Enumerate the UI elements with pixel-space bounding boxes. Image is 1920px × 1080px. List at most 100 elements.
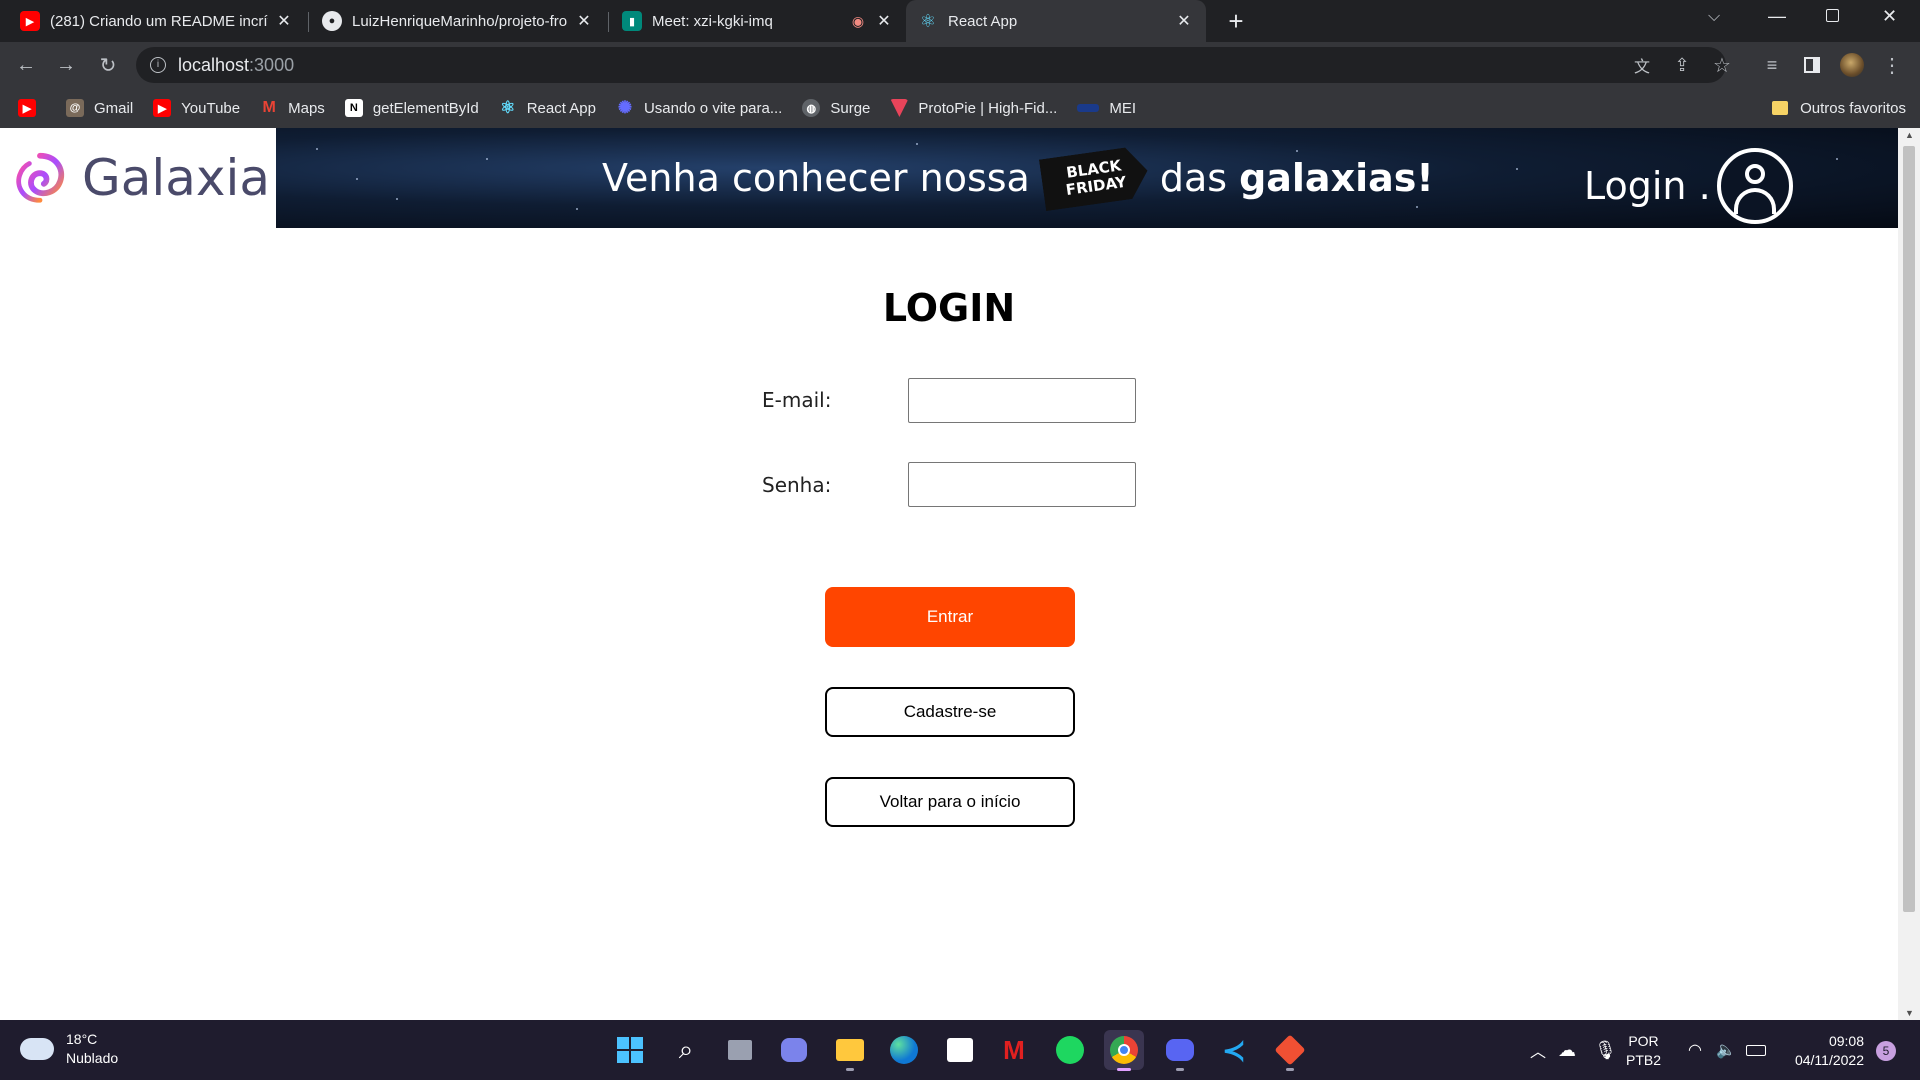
- bookmark-react-app[interactable]: ⚛ React App: [499, 98, 596, 117]
- media-control-icon[interactable]: ≡: [1758, 51, 1786, 79]
- close-tab-icon[interactable]: ✕: [574, 11, 594, 31]
- search-icon[interactable]: ⌕: [666, 1030, 706, 1070]
- other-bookmarks-label: Outros favoritos: [1800, 99, 1906, 117]
- weather-condition: Nublado: [66, 1050, 119, 1066]
- close-window-icon[interactable]: ✕: [1882, 6, 1897, 27]
- file-explorer-icon[interactable]: [830, 1030, 870, 1071]
- system-clock[interactable]: 09:08 04/11/2022: [1778, 1032, 1864, 1070]
- page-title: LOGIN: [882, 286, 1016, 330]
- back-to-home-button[interactable]: Voltar para o início: [825, 777, 1075, 827]
- profile-avatar[interactable]: [1838, 51, 1866, 79]
- store-icon[interactable]: [940, 1030, 980, 1070]
- tab-react-app[interactable]: ⚛ React App ✕: [906, 0, 1206, 42]
- translate-icon[interactable]: 文: [1628, 51, 1656, 79]
- scroll-down-arrow-icon[interactable]: ▼: [1905, 1008, 1914, 1018]
- notion-icon: N: [344, 99, 363, 117]
- tab-strip: ▶ (281) Criando um README incrív ✕ ● Lui…: [0, 0, 1920, 42]
- logo-text: Galaxia: [81, 149, 270, 207]
- clock-time: 09:08: [1828, 1033, 1864, 1049]
- chrome-icon[interactable]: [1104, 1030, 1144, 1071]
- language-code: POR: [1628, 1033, 1659, 1049]
- signup-button[interactable]: Cadastre-se: [825, 687, 1075, 737]
- web-page: Galaxia Venha conhecer nossa BLACK FRIDA…: [0, 128, 1898, 1020]
- show-hidden-icons-chevron[interactable]: ︿: [1530, 1020, 1546, 1080]
- tab-divider: [608, 12, 609, 32]
- github-icon: ●: [322, 11, 342, 31]
- scroll-up-arrow-icon[interactable]: ▲: [1905, 130, 1914, 140]
- header-login-link[interactable]: Login .: [1584, 148, 1793, 224]
- notification-badge[interactable]: 5: [1876, 1041, 1896, 1061]
- bookmark-star-icon[interactable]: ☆: [1708, 51, 1736, 79]
- banner-text-before: Venha conhecer nossa: [602, 156, 1030, 200]
- site-header: Galaxia Venha conhecer nossa BLACK FRIDA…: [0, 128, 1898, 228]
- forward-icon[interactable]: →: [52, 51, 80, 79]
- edge-icon[interactable]: [884, 1030, 924, 1070]
- tab-search-chevron-icon[interactable]: ⌵: [1708, 8, 1720, 26]
- bookmark-mei[interactable]: MEI: [1077, 100, 1136, 117]
- bookmark-youtube[interactable]: ▶ YouTube: [153, 99, 240, 117]
- bookmark-protopie[interactable]: ProtoPie | High-Fid...: [890, 99, 1057, 117]
- youtube-icon: ▶: [20, 11, 40, 31]
- reload-icon[interactable]: ↻: [94, 51, 122, 79]
- microphone-icon[interactable]: 🎙: [1594, 1020, 1617, 1080]
- address-bar[interactable]: i localhost:3000: [136, 47, 1726, 83]
- bookmark-surge[interactable]: ◍ Surge: [802, 99, 870, 117]
- volume-icon[interactable]: 🔈: [1716, 1020, 1736, 1080]
- close-tab-icon[interactable]: ✕: [274, 11, 294, 31]
- windows-taskbar: 18°C Nublado ⌕ M ≺ ︿ ☁ 🎙 POR PTB2 ◠ 🔈 09…: [0, 1020, 1920, 1080]
- tab-title: Meet: xzi-kgki-imq: [652, 12, 773, 30]
- close-tab-icon[interactable]: ✕: [1174, 11, 1194, 31]
- scrollbar-thumb[interactable]: [1903, 146, 1915, 912]
- task-view-icon[interactable]: [720, 1030, 760, 1070]
- share-icon[interactable]: ⇪: [1668, 51, 1696, 79]
- tab-meet[interactable]: ▮ Meet: xzi-kgki-imq ◉ ✕: [610, 0, 906, 42]
- meet-icon: ▮: [622, 11, 642, 31]
- bookmark-getelementbyid[interactable]: NgetElementById: [344, 99, 479, 117]
- recording-icon: ◉: [851, 12, 865, 29]
- onedrive-icon[interactable]: ☁: [1558, 1020, 1576, 1080]
- bookmark-maps[interactable]: M Maps: [260, 99, 325, 117]
- password-label: Senha:: [762, 473, 832, 497]
- bookmark-label: Usando o vite para...: [643, 99, 783, 117]
- password-field[interactable]: [908, 462, 1136, 507]
- bookmark-youtube-icon-only[interactable]: ▶: [18, 99, 46, 117]
- email-field[interactable]: [908, 378, 1136, 423]
- bookmarks-bar: ▶ @ Gmail ▶ YouTube M Maps NgetElementById …: [0, 88, 1920, 128]
- side-panel-icon[interactable]: [1798, 51, 1826, 79]
- browser-toolbar: ← → ↻ i localhost:3000 文 ⇪ ☆ ≡ ⋮: [0, 42, 1920, 88]
- discord-icon[interactable]: [1160, 1030, 1200, 1071]
- bookmark-vite[interactable]: ✺ Usando o vite para...: [616, 98, 783, 117]
- user-avatar-icon[interactable]: [1716, 148, 1793, 224]
- windows-start-icon[interactable]: [610, 1030, 650, 1070]
- galaxia-logo[interactable]: Galaxia: [10, 138, 270, 218]
- bookmark-gmail[interactable]: @ Gmail: [66, 99, 133, 117]
- close-tab-icon[interactable]: ✕: [874, 11, 894, 31]
- url-port: :3000: [249, 54, 295, 75]
- vscode-icon[interactable]: ≺: [1214, 1030, 1254, 1070]
- tab-title: (281) Criando um README incrív: [50, 12, 268, 30]
- teams-chat-icon[interactable]: [774, 1030, 814, 1070]
- cloud-icon: [20, 1038, 54, 1060]
- weather-widget[interactable]: 18°C Nublado: [20, 1030, 118, 1068]
- spotify-icon[interactable]: [1050, 1030, 1090, 1070]
- email-label: E-mail:: [762, 388, 832, 412]
- login-submit-button[interactable]: Entrar: [825, 587, 1075, 647]
- battery-icon[interactable]: [1746, 1020, 1766, 1080]
- tab-github[interactable]: ● LuizHenriqueMarinho/projeto-fro ✕: [310, 0, 606, 42]
- input-language[interactable]: POR PTB2: [1626, 1032, 1661, 1070]
- page-scrollbar[interactable]: ▲ ▼: [1898, 128, 1920, 1020]
- wifi-icon[interactable]: ◠: [1688, 1020, 1702, 1080]
- site-info-icon[interactable]: i: [150, 57, 166, 73]
- bookmark-label: MEI: [1109, 99, 1137, 117]
- bookmark-label: Maps: [288, 99, 325, 117]
- back-icon[interactable]: ←: [12, 51, 40, 79]
- mcafee-icon[interactable]: M: [994, 1030, 1034, 1070]
- new-tab-button[interactable]: +: [1222, 7, 1250, 35]
- tab-youtube[interactable]: ▶ (281) Criando um README incrív ✕: [8, 0, 306, 42]
- tab-divider: [308, 12, 309, 32]
- minimize-icon[interactable]: —: [1768, 6, 1786, 27]
- restore-icon[interactable]: [1826, 9, 1839, 22]
- git-icon[interactable]: [1270, 1030, 1310, 1071]
- other-bookmarks-folder[interactable]: Outros favoritos: [1772, 88, 1906, 128]
- chrome-menu-icon[interactable]: ⋮: [1878, 51, 1906, 79]
